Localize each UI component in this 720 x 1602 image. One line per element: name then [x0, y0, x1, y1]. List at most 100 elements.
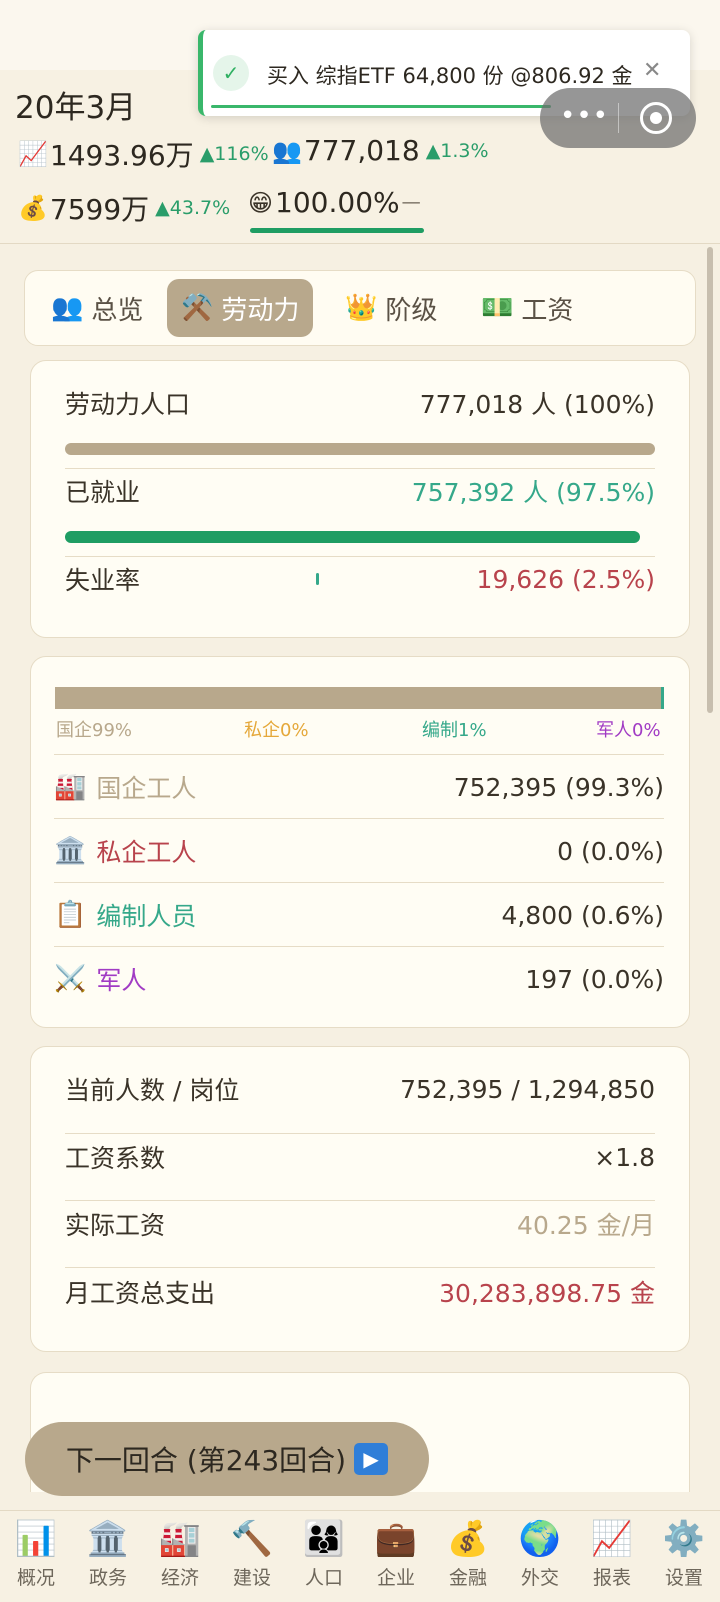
legend-soe: 国企99%: [56, 720, 133, 741]
wage-row-actual: 实际工资 40.25 金/月: [65, 1204, 655, 1244]
scrollbar[interactable]: [707, 247, 713, 713]
government-building-icon: 🏛️: [86, 1519, 130, 1559]
nav-label: 外交: [520, 1567, 559, 1589]
nav-label: 企业: [376, 1567, 415, 1589]
wage-row-headcount: 当前人数 / 岗位 752,395 / 1,294,850: [65, 1069, 655, 1109]
labor-population-fill: [65, 443, 655, 455]
briefcase-icon: 💼: [374, 1519, 418, 1559]
divider: [65, 1200, 655, 1201]
chart-up-icon: 📈: [18, 140, 48, 168]
nav-label: 人口: [304, 1567, 343, 1589]
employed-bar: [65, 531, 655, 543]
divider: [65, 468, 655, 469]
hammer-pick-icon: ⚒️: [181, 293, 214, 323]
nav-reports[interactable]: 📈 报表: [576, 1517, 648, 1590]
tab-class[interactable]: 👑 阶级: [331, 279, 451, 337]
gdp-change: ▲116%: [199, 143, 269, 165]
sector-label: 私企工人: [96, 838, 197, 867]
sector-row-staff: 📋 编制人员 4,800 (0.6%): [54, 895, 664, 935]
unemployment-value: 19,626 (2.5%): [476, 564, 655, 594]
nav-label: 政务: [88, 1567, 127, 1589]
divider: [54, 754, 664, 755]
happiness-trend: 一: [401, 193, 421, 215]
bar-chart-icon: 📊: [14, 1519, 58, 1559]
divider: [54, 818, 664, 819]
employed-value: 757,392 人 (97.5%): [411, 478, 655, 507]
factory-icon: 🏭: [54, 772, 87, 802]
tab-overview[interactable]: 👥 总览: [37, 279, 157, 337]
employed-fill: [65, 531, 641, 543]
tab-label: 阶级: [385, 295, 438, 326]
happiness-underline: [250, 228, 424, 233]
sector-label: 编制人员: [96, 902, 197, 931]
play-icon: ▶: [354, 1443, 389, 1475]
capsule-divider: [618, 103, 619, 133]
sector-value: 4,800 (0.6%): [501, 900, 664, 930]
tab-label: 总览: [91, 295, 144, 326]
labor-population-bar: [65, 443, 655, 455]
sector-value: 0 (0.0%): [557, 836, 664, 866]
wage-value: 40.25 金/月: [517, 1211, 655, 1240]
wage-value: 752,395 / 1,294,850: [400, 1074, 655, 1104]
crossed-swords-icon: ⚔️: [54, 964, 87, 994]
sector-row-private: 🏛️ 私企工人 0 (0.0%): [54, 831, 664, 871]
wage-label: 工资系数: [65, 1144, 166, 1173]
bank-icon: 🏛️: [54, 836, 87, 866]
money-bag-icon: 💰: [446, 1519, 490, 1559]
close-icon[interactable]: ✕: [643, 58, 661, 83]
wage-label: 当前人数 / 岗位: [65, 1076, 240, 1105]
unemployment-label: 失业率: [65, 566, 141, 595]
gdp-stat[interactable]: 📈 1493.96万 ▲116%: [18, 134, 269, 174]
nav-label: 设置: [664, 1567, 703, 1589]
wage-row-total: 月工资总支出 30,283,898.75 金: [65, 1272, 655, 1312]
family-icon: 👨‍👩‍👦: [302, 1519, 346, 1559]
nav-label: 报表: [592, 1567, 631, 1589]
treasury-change: ▲43.7%: [155, 197, 231, 219]
tab-labor[interactable]: ⚒️ 劳动力: [167, 279, 314, 337]
happiness-stat[interactable]: 😁 100.00% 一: [248, 186, 421, 219]
unemployment-mini-bar: [316, 573, 319, 585]
sector-value: 197 (0.0%): [525, 964, 664, 994]
legend-military: 军人0%: [596, 720, 661, 741]
gdp-value: 1493.96万: [49, 139, 194, 172]
nav-construction[interactable]: 🔨 建设: [216, 1517, 288, 1590]
nav-enterprise[interactable]: 💼 企业: [360, 1517, 432, 1590]
crown-icon: 👑: [345, 293, 378, 323]
happiness-value: 100.00%: [275, 186, 400, 219]
wage-card: 当前人数 / 岗位 752,395 / 1,294,850 工资系数 ×1.8 …: [30, 1046, 690, 1352]
wage-value: 30,283,898.75 金: [439, 1279, 655, 1308]
nav-population[interactable]: 👨‍👩‍👦 人口: [288, 1517, 360, 1590]
sector-label: 军人: [96, 966, 147, 995]
more-menu-icon[interactable]: •••: [560, 102, 608, 130]
nav-economy[interactable]: 🏭 经济: [144, 1517, 216, 1590]
close-miniprogram-icon[interactable]: [640, 102, 672, 134]
money-bag-icon: 💰: [18, 194, 48, 222]
game-date: 20年3月: [15, 90, 137, 126]
nav-diplomacy[interactable]: 🌍 外交: [504, 1517, 576, 1590]
sector-row-military: ⚔️ 军人 197 (0.0%): [54, 959, 664, 999]
wage-value: ×1.8: [594, 1142, 655, 1172]
nav-government[interactable]: 🏛️ 政务: [72, 1517, 144, 1590]
dollar-bill-icon: 💵: [481, 293, 514, 323]
nav-finance[interactable]: 💰 金融: [432, 1517, 504, 1590]
wage-row-coefficient: 工资系数 ×1.8: [65, 1137, 655, 1177]
population-change: ▲1.3%: [425, 139, 489, 162]
gear-icon: ⚙️: [662, 1519, 706, 1559]
toast-timer-bar: [211, 105, 551, 108]
sector-segment-staff: [660, 687, 665, 709]
clipboard-icon: 📋: [54, 900, 87, 930]
nav-overview[interactable]: 📊 概况: [0, 1517, 72, 1590]
hammer-icon: 🔨: [230, 1519, 274, 1559]
chart-up-icon: 📈: [590, 1519, 634, 1559]
nav-settings[interactable]: ⚙️ 设置: [648, 1517, 720, 1590]
treasury-stat[interactable]: 💰 7599万 ▲43.7%: [18, 188, 230, 228]
divider: [65, 1133, 655, 1134]
next-turn-label: 下一回合 (第243回合): [65, 1444, 347, 1477]
people-icon: 👥: [51, 293, 84, 323]
sector-segment-soe: [55, 687, 661, 709]
tab-wages[interactable]: 💵 工资: [467, 279, 587, 337]
next-turn-button[interactable]: 下一回合 (第243回合) ▶: [25, 1422, 429, 1496]
people-icon: 👥: [272, 136, 302, 165]
divider: [65, 1267, 655, 1268]
population-stat[interactable]: 👥 777,018 ▲1.3%: [272, 134, 489, 167]
